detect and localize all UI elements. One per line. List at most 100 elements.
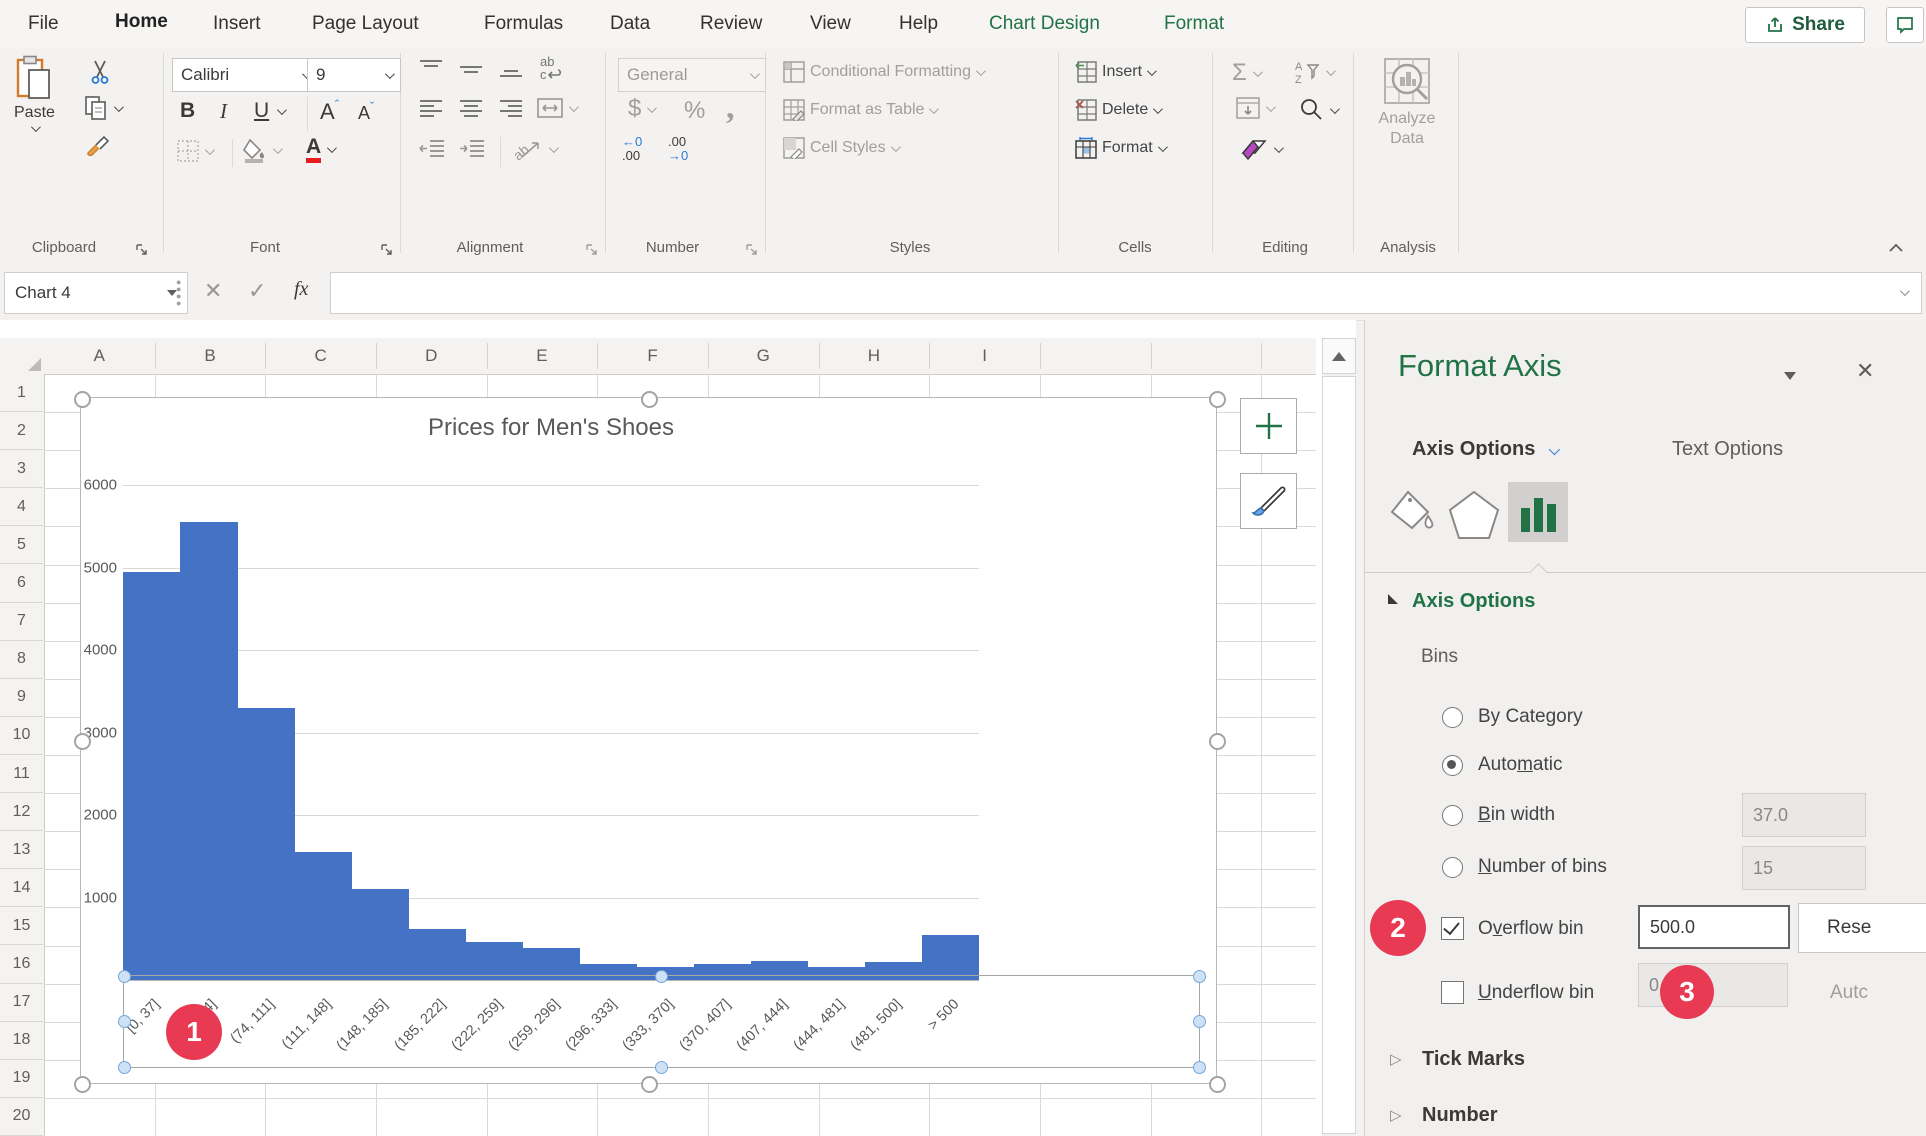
- section-axis-options[interactable]: Axis Options: [1412, 590, 1535, 613]
- align-left-button[interactable]: [418, 97, 444, 121]
- row-header[interactable]: 6: [0, 565, 43, 603]
- row-header[interactable]: 19: [0, 1060, 43, 1098]
- histogram-bar[interactable]: [408, 929, 465, 980]
- fill-color-button[interactable]: [242, 137, 280, 163]
- shrink-font-button[interactable]: Aˇ: [358, 99, 374, 124]
- radio-number-of-bins[interactable]: [1442, 857, 1463, 878]
- overflow-bin-input[interactable]: 500.0: [1638, 905, 1790, 949]
- row-header[interactable]: 18: [0, 1022, 43, 1060]
- cut-button[interactable]: [88, 59, 112, 85]
- panel-tab-text-options[interactable]: Text Options: [1672, 438, 1783, 461]
- chart-selection-handle[interactable]: [1209, 391, 1226, 408]
- analyze-data-button[interactable]: Analyze Data: [1362, 55, 1452, 149]
- increase-decimal-button[interactable]: ←0.00: [622, 135, 642, 163]
- row-header[interactable]: 9: [0, 679, 43, 717]
- tab-insert[interactable]: Insert: [213, 0, 261, 47]
- histogram-bar[interactable]: [237, 708, 294, 980]
- chart-selection-handle[interactable]: [641, 1076, 658, 1093]
- radio-automatic-label[interactable]: Automatic: [1478, 754, 1563, 776]
- radio-by-category-label[interactable]: By Category: [1478, 706, 1583, 728]
- tab-home[interactable]: Home: [115, 0, 168, 51]
- clear-button[interactable]: [1240, 137, 1281, 161]
- section-tick-marks[interactable]: Tick Marks: [1422, 1048, 1525, 1071]
- column-header[interactable]: F: [597, 338, 708, 374]
- column-header[interactable]: I: [929, 338, 1040, 374]
- align-right-button[interactable]: [498, 97, 524, 121]
- comments-button[interactable]: [1886, 7, 1924, 43]
- axis-selection-handle[interactable]: [118, 1061, 131, 1074]
- align-bottom-button[interactable]: [498, 57, 524, 81]
- chart-title[interactable]: Prices for Men's Shoes: [428, 414, 674, 442]
- column-header[interactable]: B: [155, 338, 266, 374]
- vertical-scrollbar[interactable]: [1322, 338, 1356, 1136]
- histogram-bar[interactable]: [351, 889, 408, 980]
- row-header[interactable]: 16: [0, 946, 43, 984]
- align-top-button[interactable]: [418, 57, 444, 81]
- number-dialog-launcher[interactable]: [745, 243, 759, 257]
- delete-cells-button[interactable]: Delete: [1075, 99, 1160, 121]
- number-format-combo[interactable]: General: [618, 58, 766, 92]
- section-number[interactable]: Number: [1422, 1104, 1498, 1127]
- chart-selection-handle[interactable]: [1209, 733, 1226, 750]
- row-header[interactable]: 14: [0, 869, 43, 907]
- find-select-button[interactable]: [1298, 97, 1337, 123]
- tab-chart-design[interactable]: Chart Design: [989, 0, 1100, 47]
- underline-dropdown-icon[interactable]: [277, 105, 287, 115]
- histogram-bar[interactable]: [294, 852, 351, 980]
- wrap-text-button[interactable]: abc: [538, 53, 568, 83]
- collapse-ribbon-button[interactable]: [1888, 243, 1904, 253]
- column-header[interactable]: G: [708, 338, 819, 374]
- axis-selection-handle[interactable]: [1193, 1015, 1206, 1028]
- bold-button[interactable]: B: [180, 99, 195, 123]
- grow-font-button[interactable]: Aˆ: [320, 97, 339, 125]
- row-header[interactable]: 1: [0, 374, 43, 412]
- font-family-combo[interactable]: Calibri: [172, 58, 318, 92]
- formula-input[interactable]: [330, 272, 1922, 314]
- underflow-bin-checkbox[interactable]: [1441, 981, 1464, 1004]
- column-header[interactable]: D: [376, 338, 487, 374]
- panel-tab-axis-options[interactable]: Axis Options: [1412, 438, 1557, 461]
- format-painter-button[interactable]: [84, 133, 112, 159]
- row-header[interactable]: 11: [0, 755, 43, 793]
- paste-button[interactable]: Paste: [14, 55, 55, 132]
- percent-style-button[interactable]: %: [684, 97, 705, 125]
- formula-bar-expand-icon[interactable]: [1900, 286, 1910, 296]
- number-of-bins-input[interactable]: 15: [1742, 846, 1866, 890]
- borders-button[interactable]: [176, 139, 212, 163]
- radio-number-of-bins-label[interactable]: Number of bins: [1478, 856, 1607, 878]
- font-size-combo[interactable]: 9: [307, 58, 401, 92]
- axis-selection-handle[interactable]: [118, 970, 131, 983]
- comma-style-button[interactable]: ,: [726, 89, 735, 127]
- decrease-indent-button[interactable]: [418, 137, 446, 161]
- share-button[interactable]: Share: [1745, 7, 1865, 43]
- histogram-bar[interactable]: [123, 572, 180, 980]
- axis-selection-handle[interactable]: [1193, 970, 1206, 983]
- tab-data[interactable]: Data: [610, 0, 650, 47]
- merge-center-button[interactable]: [536, 95, 576, 121]
- enter-icon[interactable]: ✓: [248, 278, 266, 304]
- axis-selection-handle[interactable]: [655, 970, 668, 983]
- alignment-dialog-launcher[interactable]: [585, 243, 599, 257]
- row-header[interactable]: 8: [0, 641, 43, 679]
- tab-review[interactable]: Review: [700, 0, 762, 47]
- effects-icon[interactable]: [1448, 490, 1500, 540]
- radio-bin-width[interactable]: [1442, 805, 1463, 826]
- expand-collapse-icon[interactable]: [1388, 594, 1398, 604]
- axis-selection-handle[interactable]: [118, 1015, 131, 1028]
- align-center-button[interactable]: [458, 97, 484, 121]
- autosum-button[interactable]: Σ: [1232, 59, 1260, 87]
- cell-styles-button[interactable]: Cell Styles: [783, 137, 898, 159]
- fill-line-icon[interactable]: [1390, 488, 1438, 540]
- tab-view[interactable]: View: [810, 0, 851, 47]
- name-box[interactable]: Chart 4: [4, 272, 188, 314]
- insert-cells-button[interactable]: Insert: [1075, 61, 1154, 83]
- increase-indent-button[interactable]: [458, 137, 486, 161]
- row-header[interactable]: 12: [0, 793, 43, 831]
- fill-button[interactable]: [1236, 97, 1273, 119]
- axis-label-selection-box[interactable]: [123, 975, 1200, 1068]
- font-dialog-launcher[interactable]: [380, 243, 394, 257]
- row-header[interactable]: 2: [0, 412, 43, 450]
- align-middle-button[interactable]: [458, 57, 484, 81]
- chart-selection-handle[interactable]: [74, 1076, 91, 1093]
- chart-selection-handle[interactable]: [641, 391, 658, 408]
